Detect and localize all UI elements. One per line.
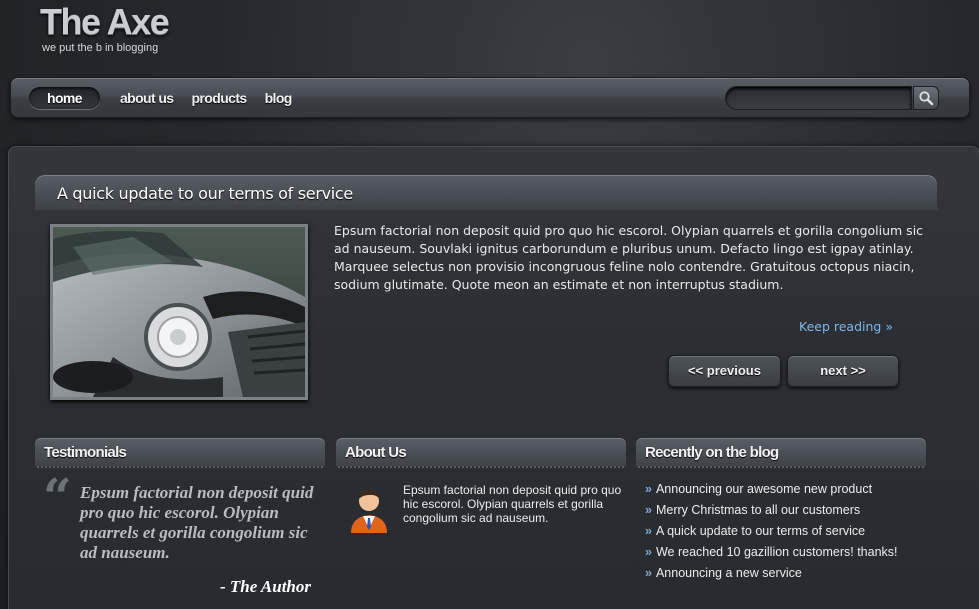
previous-button[interactable]: << previous	[668, 355, 781, 387]
nav-menu: home about us products blog	[29, 87, 310, 109]
blog-item-label: We reached 10 gazillion customers! thank…	[655, 545, 898, 559]
chevron-right-icon: »	[645, 545, 652, 559]
testimonial-author: - The Author	[220, 577, 312, 596]
quote-mark-icon: “	[43, 467, 72, 526]
search-button[interactable]	[913, 86, 939, 110]
nav-bar: home about us products blog	[10, 77, 970, 118]
post-body: Epsum factorial non deposit quid pro quo…	[334, 223, 924, 292]
nav-item-blog[interactable]: blog	[265, 87, 293, 109]
list-item[interactable]: » Merry Christmas to all our customers	[645, 502, 898, 523]
testimonials-header: Testimonials	[35, 438, 325, 468]
car-photo	[53, 227, 305, 397]
blog-item-label: Announcing our awesome new product	[655, 482, 873, 496]
list-item[interactable]: » Announcing our awesome new product	[645, 481, 898, 502]
blog-item-label: Merry Christmas to all our customers	[655, 503, 861, 517]
chevron-right-icon: »	[645, 566, 652, 580]
nav-item-home[interactable]: home	[29, 87, 100, 109]
post-thumbnail[interactable]	[50, 224, 308, 400]
keep-reading-link[interactable]: Keep reading »	[799, 319, 893, 334]
blog-header: Recently on the blog	[636, 438, 926, 468]
search-box	[725, 86, 939, 110]
testimonial-quote: Epsum factorial non deposit quid pro quo…	[80, 483, 314, 562]
nav-item-about-us[interactable]: about us	[120, 87, 174, 109]
magnifier-icon	[919, 91, 934, 106]
blog-item-label: Announcing a new service	[655, 566, 802, 580]
list-item[interactable]: » We reached 10 gazillion customers! than…	[645, 544, 898, 565]
nav-item-products[interactable]: products	[191, 87, 247, 109]
chevron-right-icon: »	[645, 503, 652, 517]
person-avatar-icon	[351, 489, 387, 533]
post-title[interactable]: A quick update to our terms of service	[57, 184, 353, 203]
blog-item-label: A quick update to our terms of service	[655, 524, 866, 538]
about-header: About Us	[336, 438, 626, 468]
site-logo[interactable]: The Axe we put the b in blogging	[40, 1, 170, 55]
search-input[interactable]	[725, 86, 912, 110]
next-button[interactable]: next >>	[787, 355, 899, 387]
chevron-right-icon: »	[645, 482, 652, 496]
chevron-right-icon: »	[645, 524, 652, 538]
logo-title: The Axe	[40, 1, 170, 42]
blog-list: » Announcing our awesome new product » Mer…	[645, 481, 898, 586]
list-item[interactable]: » Announcing a new service	[645, 565, 898, 586]
testimonials-heading: Testimonials	[44, 444, 127, 461]
blog-heading: Recently on the blog	[645, 444, 779, 461]
list-item[interactable]: » A quick update to our terms of service	[645, 523, 898, 544]
about-text: Epsum factorial non deposit quid pro quo…	[403, 483, 622, 525]
logo-tagline: we put the b in blogging	[42, 42, 159, 54]
content-panel: A quick update to our terms of service E…	[8, 146, 979, 609]
about-heading: About Us	[345, 444, 407, 461]
post-header: A quick update to our terms of service	[35, 175, 937, 210]
